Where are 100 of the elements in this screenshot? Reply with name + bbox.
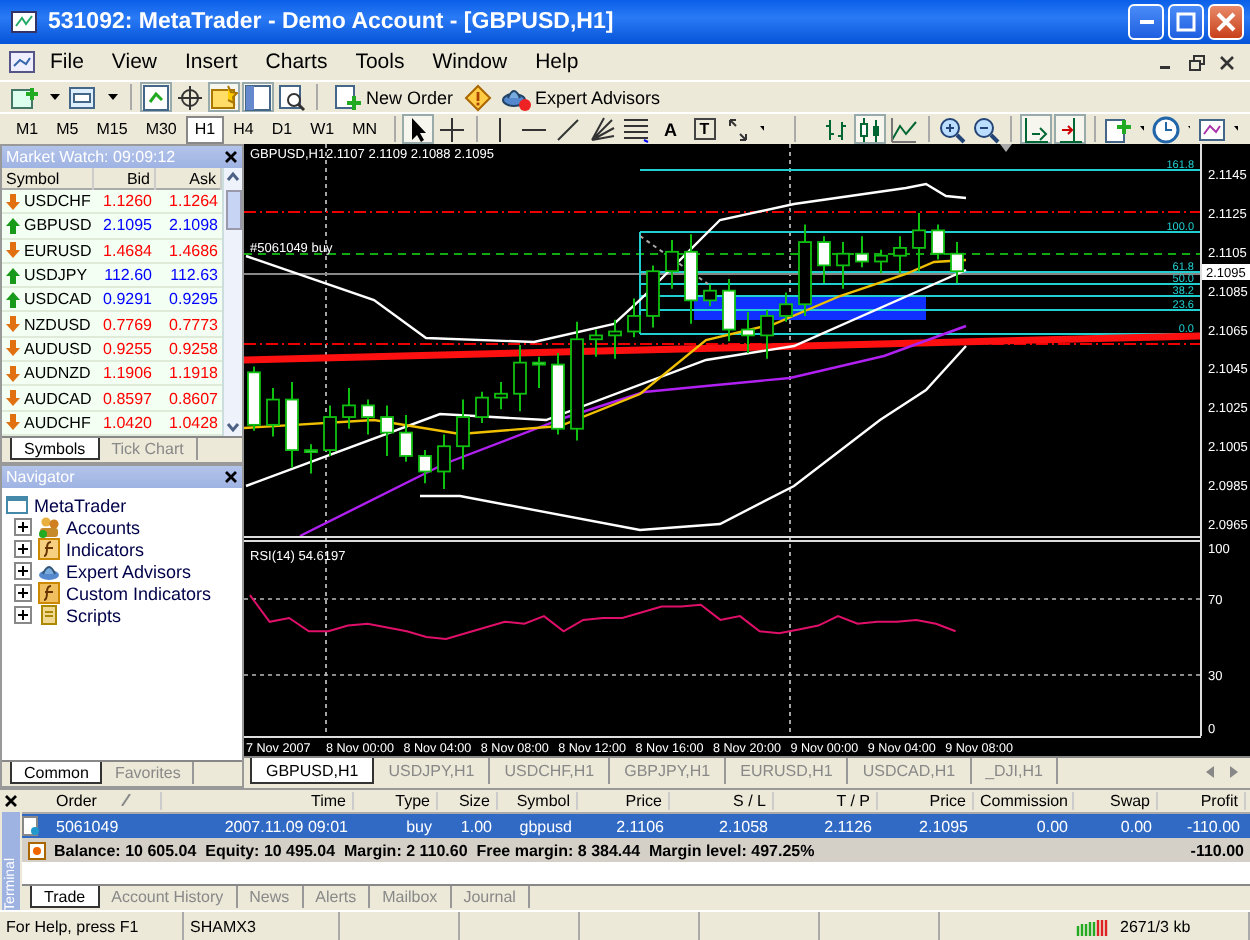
text-label-button[interactable]: T	[688, 114, 721, 144]
data-window-button[interactable]	[242, 82, 274, 112]
caret-icon[interactable]	[1140, 126, 1144, 132]
menu-item[interactable]: Help	[521, 50, 593, 74]
shift-marker-icon[interactable]	[1000, 144, 1012, 152]
menu-item[interactable]: Insert	[171, 50, 252, 74]
tree-item[interactable]: MetaTrader	[34, 495, 127, 515]
expand-icon[interactable]	[14, 606, 32, 624]
close-icon[interactable]	[4, 794, 18, 808]
chart-shift-button[interactable]	[1019, 114, 1052, 144]
order-row[interactable]: 5061049 2007.11.09 09:01 buy 1.00 gbpusd 2.1106 2.1058 2.1126 2.1095 0.00 0.00 -110.00	[22, 814, 1250, 838]
tester-button[interactable]	[276, 82, 308, 112]
trendline-button[interactable]	[552, 114, 585, 144]
gann-fan-button[interactable]	[586, 114, 619, 144]
symbol-name: AUDUSD	[24, 339, 92, 358]
close-button[interactable]	[1208, 4, 1244, 40]
fibonacci-button[interactable]	[620, 114, 653, 144]
caret-icon[interactable]	[760, 126, 764, 132]
ask-price: 112.63	[168, 266, 220, 285]
column-header[interactable]: Order	[50, 792, 162, 810]
column-header[interactable]: Type	[354, 792, 438, 810]
candle	[285, 381, 299, 469]
column-header[interactable]: Profit	[1158, 792, 1246, 810]
column-header[interactable]: Size	[438, 792, 498, 810]
templates-button[interactable]	[1196, 114, 1229, 144]
periods-button[interactable]	[1149, 114, 1182, 144]
close-icon[interactable]	[224, 470, 238, 484]
scrollbar[interactable]	[222, 168, 242, 436]
tree-item[interactable]: Indicators	[66, 539, 145, 559]
close-icon[interactable]	[224, 150, 238, 164]
column-header[interactable]: Swap	[1074, 792, 1158, 810]
autoscroll-button[interactable]	[1053, 114, 1086, 144]
candle	[627, 297, 641, 339]
bid-price: 1.1906	[101, 364, 154, 383]
crosshair-button[interactable]	[174, 82, 206, 112]
expert-advisors-button[interactable]: Expert Advisors	[493, 82, 669, 112]
maximize-button[interactable]	[1168, 4, 1204, 40]
text-tool-button[interactable]: A	[654, 114, 687, 144]
timeframe-button[interactable]: H1	[186, 115, 224, 143]
timeframe-button[interactable]: M5	[48, 115, 87, 143]
menu-item[interactable]: Window	[418, 50, 522, 74]
tab[interactable]: Symbols	[10, 438, 100, 460]
scroll-right-icon[interactable]	[1228, 766, 1238, 778]
column-header[interactable]: Symbol	[498, 792, 578, 810]
expand-icon[interactable]	[14, 540, 32, 558]
people-icon	[38, 516, 60, 538]
menu-item[interactable]: Tools	[341, 50, 419, 74]
warning-icon[interactable]	[463, 83, 492, 111]
timeframe-button[interactable]: M15	[88, 115, 136, 143]
indicators-button[interactable]	[1102, 114, 1135, 144]
candle	[361, 398, 375, 436]
timeframe-button[interactable]: D1	[263, 115, 301, 143]
scrollbar-thumb[interactable]	[225, 190, 241, 230]
tree-item[interactable]: Accounts	[66, 517, 141, 537]
tree-item[interactable]: Custom Indicators	[66, 583, 212, 603]
scroll-down-icon[interactable]	[224, 418, 242, 436]
close-icon[interactable]	[1218, 53, 1236, 71]
column-header[interactable]: Price	[878, 792, 974, 810]
expand-icon[interactable]	[14, 562, 32, 580]
zoom-in-button[interactable]	[936, 114, 969, 144]
scroll-left-icon[interactable]	[1206, 766, 1216, 778]
timeframe-button[interactable]: W1	[302, 115, 343, 143]
close-icon	[1216, 12, 1236, 32]
menu-item[interactable]: View	[97, 50, 171, 74]
scroll-up-icon[interactable]	[224, 168, 242, 186]
timeframe-button[interactable]: M1	[8, 115, 47, 143]
tab[interactable]: Common	[10, 762, 103, 784]
chart-tab[interactable]: GBPUSD,H1	[250, 758, 375, 784]
line-chart-button[interactable]	[888, 114, 921, 144]
new-chart-button[interactable]	[8, 82, 44, 112]
expand-icon[interactable]	[14, 518, 32, 536]
navigator-button[interactable]	[208, 82, 240, 112]
table-cell-text: 5061049	[54, 817, 121, 835]
table-cell-text: 2.1106	[614, 817, 666, 835]
candlestick-button[interactable]	[854, 114, 887, 144]
tab[interactable]: Trade	[30, 886, 100, 908]
market-watch-button[interactable]	[140, 82, 172, 112]
timeframe-button[interactable]: MN	[344, 115, 386, 143]
zoom-out-button[interactable]	[970, 114, 1003, 144]
menu-item[interactable]: Charts	[251, 50, 342, 74]
crosshair-button[interactable]	[435, 114, 468, 144]
timeframe-button[interactable]: M30	[137, 115, 185, 143]
caret-icon[interactable]	[1234, 126, 1238, 132]
cursor-button[interactable]	[401, 114, 434, 144]
column-header[interactable]: S / L	[670, 792, 774, 810]
tree-item[interactable]: Scripts	[66, 605, 122, 625]
minimize-button[interactable]	[1128, 4, 1164, 40]
expand-icon[interactable]	[14, 584, 32, 602]
restore-icon[interactable]	[1188, 53, 1206, 71]
menu-item[interactable]: File	[36, 50, 98, 74]
column-header[interactable]: T / P	[774, 792, 878, 810]
column-header[interactable]: Time	[162, 792, 354, 810]
caret-icon[interactable]	[50, 94, 60, 100]
timeframe-button[interactable]: H4	[225, 115, 262, 143]
candle	[779, 291, 793, 323]
column-header[interactable]: Commission	[974, 792, 1074, 810]
column-header[interactable]: Price	[578, 792, 670, 810]
new-order-button[interactable]: New Order	[326, 82, 462, 112]
tree-item[interactable]: Expert Advisors	[66, 561, 192, 581]
caret-icon[interactable]	[108, 94, 118, 100]
